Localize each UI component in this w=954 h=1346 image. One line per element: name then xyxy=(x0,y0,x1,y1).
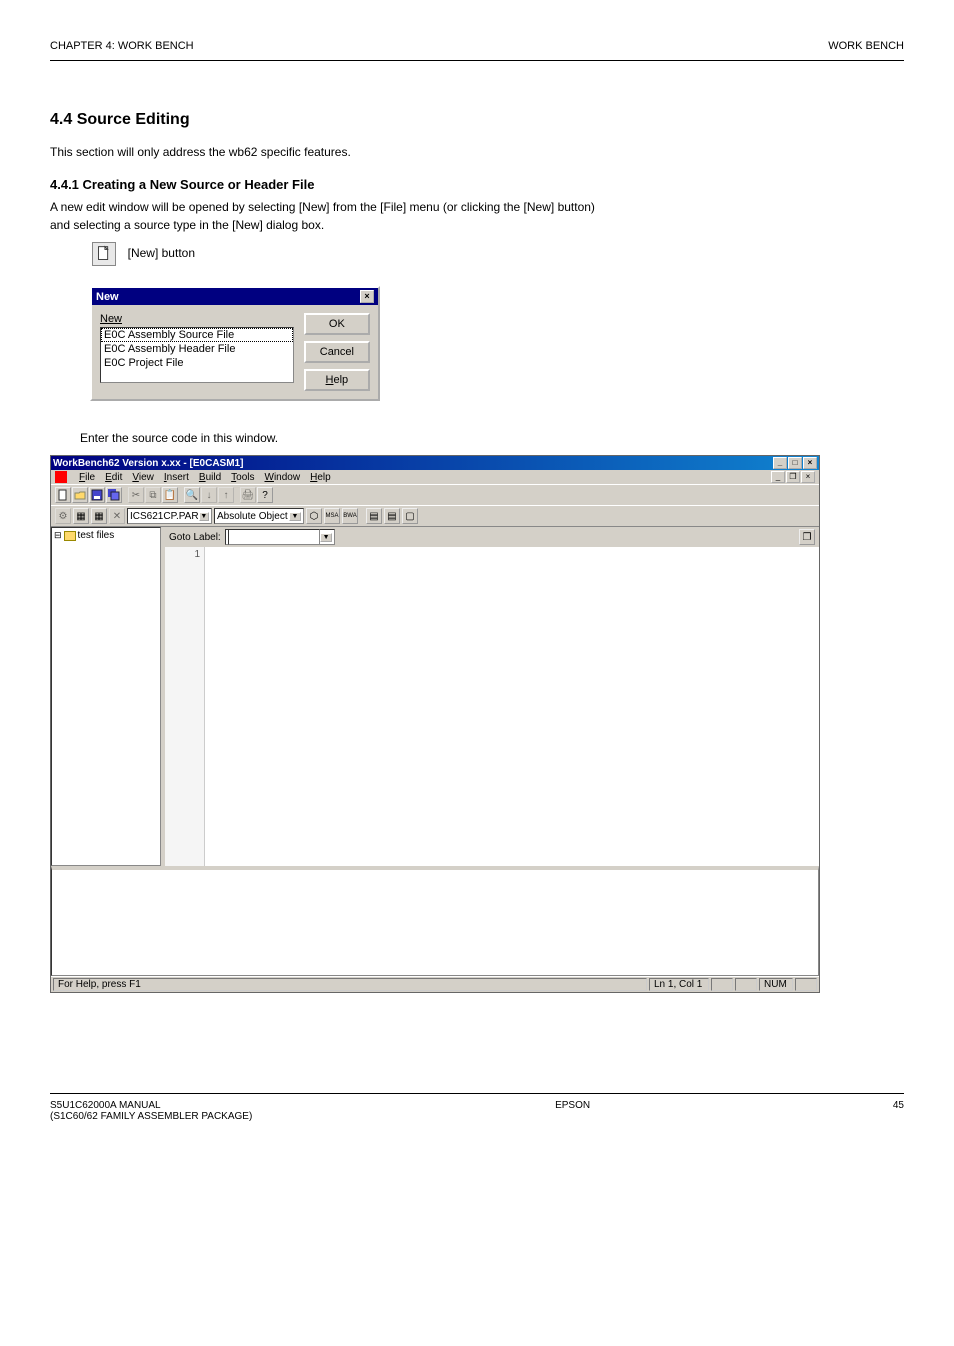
doc-close-icon[interactable]: × xyxy=(801,471,815,483)
dialog-title: New xyxy=(96,291,119,303)
tb-paste-icon[interactable]: 📋 xyxy=(162,487,178,503)
tb-findprev-icon: ↑ xyxy=(218,487,234,503)
footer-center: EPSON xyxy=(555,1100,590,1122)
chevron-down-icon[interactable]: ▼ xyxy=(199,512,209,521)
tb-findnext-icon: ↓ xyxy=(201,487,217,503)
status-message: For Help, press F1 xyxy=(53,978,647,991)
object-select[interactable]: Absolute Object▼ xyxy=(214,508,304,524)
footer-page: 45 xyxy=(893,1100,904,1122)
body-line-1: A new edit window will be opened by sele… xyxy=(50,200,904,214)
line-gutter: 1 xyxy=(165,547,205,866)
tb-save-icon[interactable] xyxy=(89,487,105,503)
tb-print-icon: 🖨 xyxy=(240,487,256,503)
doc-icon xyxy=(55,471,67,483)
new-dialog: New × New E0C Assembly Source File E0C A… xyxy=(90,286,380,401)
doc-minimize-icon[interactable]: _ xyxy=(771,471,785,483)
status-spacer3 xyxy=(795,978,817,991)
help-button[interactable]: Help xyxy=(304,369,370,391)
status-spacer2 xyxy=(735,978,757,991)
menu-help[interactable]: Help xyxy=(310,472,331,483)
tb-saveall-icon[interactable] xyxy=(106,487,122,503)
project-tree[interactable]: ⊟ test files xyxy=(51,527,161,866)
menu-insert[interactable]: Insert xyxy=(164,472,189,483)
tb-rebuild-icon[interactable]: ▦ xyxy=(73,508,89,524)
new-button-caption: [New] button xyxy=(128,246,195,260)
app-window: WorkBench62 Version x.xx - [E0CASM1] _ □… xyxy=(50,455,820,993)
section-title: 4.4 Source Editing xyxy=(50,111,904,129)
close-icon[interactable]: × xyxy=(803,457,817,469)
tb-new-icon[interactable] xyxy=(55,487,71,503)
chevron-down-icon[interactable]: ▼ xyxy=(320,533,331,542)
tb-open-icon[interactable] xyxy=(72,487,88,503)
dialog-close-icon[interactable]: × xyxy=(360,290,374,303)
tb-cascade-icon[interactable]: ❐ xyxy=(799,529,815,545)
menu-view[interactable]: View xyxy=(132,472,154,483)
menu-edit[interactable]: Edit xyxy=(105,472,122,483)
editor-body[interactable]: 1 xyxy=(165,547,819,866)
menu-window[interactable]: Window xyxy=(265,472,301,483)
list-item[interactable]: E0C Assembly Source File xyxy=(101,328,293,342)
folder-icon xyxy=(64,531,76,541)
footer-sub: (S1C60/62 FAMILY ASSEMBLER PACKAGE) xyxy=(50,1111,252,1122)
tb-view1-icon[interactable]: ▤ xyxy=(366,508,382,524)
doc-restore-icon[interactable]: ❐ xyxy=(786,471,800,483)
subsection-title: 4.4.1 Creating a New Source or Header Fi… xyxy=(50,177,904,192)
editor-pane: Goto Label: ▼ ❐ 1 xyxy=(165,527,819,866)
goto-label-select[interactable]: ▼ xyxy=(225,529,335,545)
body-line-2: and selecting a source type in the [New]… xyxy=(50,218,904,232)
menu-build[interactable]: Build xyxy=(199,472,221,483)
chevron-down-icon[interactable]: ▼ xyxy=(289,512,301,521)
output-pane[interactable] xyxy=(51,866,819,976)
tb-build-icon: ⚙ xyxy=(55,508,71,524)
file-type-listbox[interactable]: E0C Assembly Source File E0C Assembly He… xyxy=(100,327,294,383)
tree-root-item[interactable]: ⊟ test files xyxy=(54,530,158,541)
status-spacer1 xyxy=(711,978,733,991)
ok-button[interactable]: OK xyxy=(304,313,370,335)
tb-msa-icon[interactable]: MSA xyxy=(324,508,340,524)
tb-cut-icon: ✂ xyxy=(128,487,144,503)
list-item[interactable]: E0C Assembly Header File xyxy=(101,342,293,356)
minimize-icon[interactable]: _ xyxy=(773,457,787,469)
tb-copy-icon: ⧉ xyxy=(145,487,161,503)
tb-bwa-icon[interactable]: BWA xyxy=(342,508,358,524)
list-item[interactable]: E0C Project File xyxy=(101,356,293,370)
post-dialog-text: Enter the source code in this window. xyxy=(80,431,904,445)
tb-stopbuild-icon: ✕ xyxy=(109,508,125,524)
dialog-new-label: New xyxy=(100,313,122,325)
header-right: WORK BENCH xyxy=(828,40,904,52)
tb-hex-icon[interactable]: ⬡ xyxy=(306,508,322,524)
footer-left: S5U1C62000A MANUAL xyxy=(50,1100,252,1111)
menu-tools[interactable]: Tools xyxy=(231,472,254,483)
new-file-icon xyxy=(92,242,116,266)
cancel-button[interactable]: Cancel xyxy=(304,341,370,363)
maximize-icon[interactable]: □ xyxy=(788,457,802,469)
status-num: NUM xyxy=(759,978,793,991)
status-lncol: Ln 1, Col 1 xyxy=(649,978,709,991)
tb-view3-icon[interactable]: ▢ xyxy=(402,508,418,524)
tb-view2-icon[interactable]: ▤ xyxy=(384,508,400,524)
menu-file[interactable]: File xyxy=(79,472,95,483)
section-intro: This section will only address the wb62 … xyxy=(50,145,904,159)
par-select[interactable]: ICS621CP.PAR▼ xyxy=(127,508,212,524)
header-left: CHAPTER 4: WORK BENCH xyxy=(50,40,194,52)
tb-help-icon[interactable]: ? xyxy=(257,487,273,503)
tb-stop-icon[interactable]: ▦ xyxy=(91,508,107,524)
app-title: WorkBench62 Version x.xx - [E0CASM1] xyxy=(53,458,243,469)
tb-find-icon[interactable]: 🔍 xyxy=(184,487,200,503)
goto-label: Goto Label: xyxy=(169,532,221,543)
